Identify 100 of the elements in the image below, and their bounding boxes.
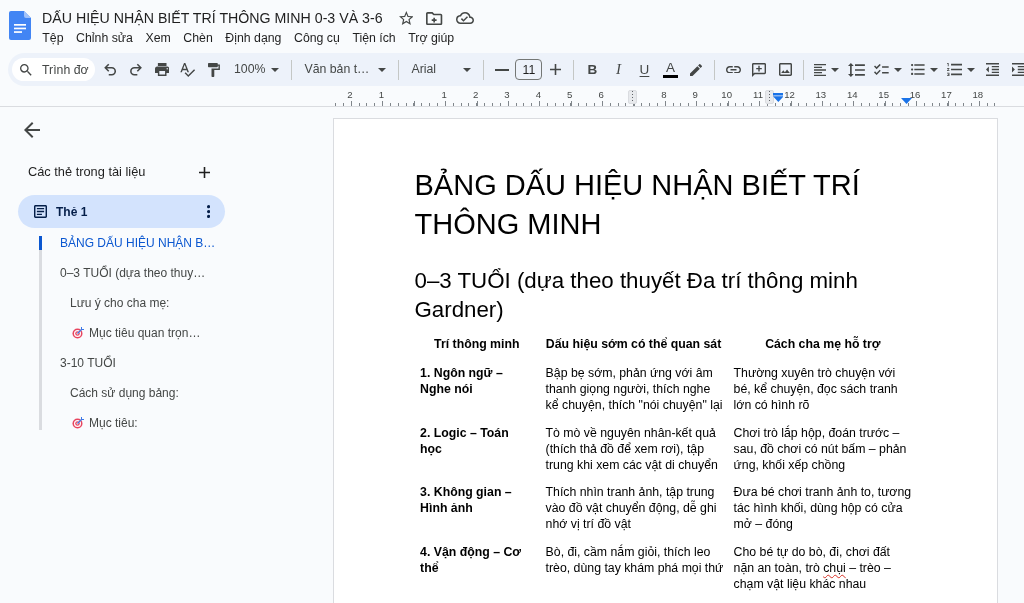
ruler-number: 1: [378, 90, 385, 100]
table-cell-text: Đưa bé chơi tranh ảnh to, tương tác hình khối, dùng hộp có cửa mở – đóng: [732, 484, 913, 534]
indent-marker-icon[interactable]: [901, 98, 913, 104]
paint-roller-icon[interactable]: [208, 62, 220, 77]
folder-icon[interactable]: [426, 11, 443, 25]
document-title-text: BẢNG DẤU HIỆU NHẬN BIẾT TRÍ THÔNG MINH: [414, 167, 861, 242]
menu-item[interactable]: Chèn: [177, 29, 220, 47]
outline-item[interactable]: Cách sử dụng bảng:: [39, 386, 239, 400]
column-handle[interactable]: [628, 90, 637, 104]
target-icon: [72, 327, 84, 339]
menu-item[interactable]: Tiện ích: [346, 29, 402, 47]
image-icon[interactable]: [778, 63, 792, 76]
menu-item[interactable]: Tệp: [36, 29, 70, 47]
pen-icon[interactable]: [690, 63, 703, 76]
outline-item[interactable]: BẢNG DẤU HIỆU NHẬN B…: [39, 236, 239, 250]
kebab-menu-icon[interactable]: [206, 205, 210, 218]
sidebar-heading: Các thẻ trong tài liệu: [28, 163, 146, 182]
outline-item[interactable]: Lưu ý cho cha mẹ:: [39, 296, 239, 310]
ruler-number: 13: [815, 90, 827, 100]
paragraph-style-dropdown[interactable]: Văn bản t…: [297, 56, 394, 83]
docs-logo-icon[interactable]: [9, 11, 31, 40]
table-cell-text: Bập bẹ sớm, phản ứng với âm thanh giọng người, thích nghe kể chuyện, thích "nói chuyện" lại: [544, 365, 724, 415]
star-icon[interactable]: [398, 11, 414, 25]
ruler-number: 1: [441, 90, 447, 100]
outline-item[interactable]: 0–3 TUỔI (dựa theo thuy…: [39, 266, 239, 280]
column-handle[interactable]: [765, 90, 775, 104]
caret-icon[interactable]: [929, 67, 938, 72]
target-icon: [72, 417, 84, 429]
menu-item[interactable]: Công cụ: [287, 29, 347, 47]
bullet-list-icon[interactable]: [911, 64, 925, 75]
document-icon: [34, 205, 47, 218]
ruler-number: 14: [846, 90, 858, 100]
italic-button[interactable]: I: [605, 56, 632, 83]
search-icon: [20, 63, 32, 76]
zoom-dropdown[interactable]: 100%: [227, 56, 287, 83]
menu-item[interactable]: Trợ giúp: [402, 29, 461, 47]
table-cell-text: Cho bé tự do bò, đi, chơi đất nặn an toàn, trò chụi – trèo – chạm vật liệu khác nhau: [732, 543, 892, 593]
plus-icon[interactable]: [199, 166, 210, 178]
comment-plus-icon[interactable]: [752, 62, 767, 77]
underline-button[interactable]: U: [631, 56, 658, 83]
caret-icon[interactable]: [967, 67, 976, 72]
column-header: Trí thông minh: [433, 335, 521, 353]
menu-item[interactable]: Xem: [139, 29, 178, 47]
ruler-number: 16: [909, 90, 921, 100]
table-cell-text: 1. Ngôn ngữ – Nghe nói: [419, 365, 504, 399]
font-size-field[interactable]: 11: [515, 59, 543, 80]
table-cell-text: Thường xuyên trò chuyện với bé, kể chuyện, đọc sách tranh lớn có hình rõ: [732, 365, 899, 415]
caret-icon[interactable]: [831, 67, 840, 72]
caret-icon[interactable]: [894, 67, 903, 72]
link-icon[interactable]: [725, 65, 741, 74]
cloud-check-icon[interactable]: [455, 12, 474, 24]
table-cell-text: 4. Vận động – Cơ thể: [419, 543, 523, 577]
table-cell-text: Chơi trò lắp hộp, đoán trước – sau, đồ chơi có nút bấm – phản ứng, khối xếp chồng: [732, 424, 908, 474]
ruler-number: 11: [753, 90, 764, 100]
line-spacing-icon[interactable]: [848, 62, 865, 77]
back-arrow-icon[interactable]: [24, 122, 40, 138]
redo-icon[interactable]: [129, 63, 143, 76]
ruler-number: 4: [535, 90, 541, 100]
align-left-icon[interactable]: [814, 63, 827, 76]
text-color-button[interactable]: A: [657, 56, 684, 83]
menu-item[interactable]: Định dạng: [219, 29, 288, 47]
table-cell-text: Bò, đi, cầm nắm giỏi, thích leo trèo, dùng tay khám phá mọi thứ: [544, 543, 725, 577]
table-cell-text: 3. Không gian – Hình ảnh: [419, 484, 513, 518]
outline-item[interactable]: Mục tiêu quan trọn…: [39, 326, 239, 340]
ruler-number: 6: [598, 90, 604, 100]
ruler-number: 10: [721, 90, 732, 100]
ruler-number: 5: [567, 90, 573, 100]
font-dropdown[interactable]: Arial: [404, 56, 479, 83]
bold-button[interactable]: B: [579, 56, 606, 83]
menu-item[interactable]: Chỉnh sửa: [69, 29, 140, 47]
minus-icon[interactable]: [495, 68, 510, 71]
ruler-number: 17: [941, 90, 952, 100]
table-cell-text: Thích nhìn tranh ảnh, tập trung vào đồ vật chuyển động, dễ ghi nhớ vị trí đồ vật: [544, 484, 718, 534]
undo-icon[interactable]: [103, 63, 117, 76]
ruler-number: 2: [472, 90, 479, 100]
numbered-list-icon[interactable]: [946, 63, 963, 76]
caret-icon: [463, 67, 472, 72]
outline-item[interactable]: Mục tiêu:: [39, 416, 239, 430]
caret-icon: [271, 67, 280, 72]
column-header: Dấu hiệu sớm có thể quan sát: [544, 335, 723, 353]
ruler-number: 15: [878, 90, 889, 100]
printer-icon[interactable]: [154, 63, 170, 76]
spellcheck-icon[interactable]: [180, 62, 196, 77]
ruler-number: 2: [347, 90, 353, 100]
ruler-number: 12: [784, 90, 795, 100]
outline-item[interactable]: 3-10 TUỔI: [39, 356, 239, 370]
indent-increase-icon[interactable]: [1011, 63, 1024, 76]
column-header: Cách cha mẹ hỗ trợ: [764, 335, 882, 353]
table-cell-text: 2. Logic – Toán học: [419, 424, 510, 458]
ruler-number: 8: [661, 90, 667, 100]
indent-decrease-icon[interactable]: [985, 63, 999, 76]
ruler-number: 9: [692, 90, 698, 100]
indent-marker-icon[interactable]: [772, 93, 784, 102]
document-tab[interactable]: Thẻ 1: [18, 195, 225, 228]
menu-search-field[interactable]: Trình đơ: [12, 58, 95, 81]
checklist-icon[interactable]: [874, 64, 890, 75]
plus-icon[interactable]: [549, 64, 561, 75]
ruler-number: 3: [504, 90, 510, 100]
caret-icon: [378, 67, 387, 72]
document-title[interactable]: DẤU HIỆU NHẬN BIẾT TRÍ THÔNG MINH 0-3 VÀ 3-6: [42, 7, 383, 29]
